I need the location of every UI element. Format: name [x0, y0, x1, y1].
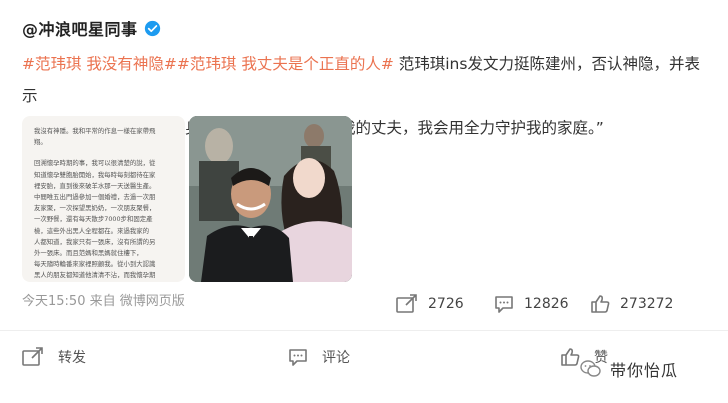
watermark: 带你怡瓜: [580, 357, 678, 381]
post-source: 来自 微博网页版: [89, 294, 185, 309]
verified-badge-icon: [144, 20, 160, 36]
wechat-logo-icon: [580, 360, 601, 377]
comment-label: 评论: [322, 350, 350, 366]
note-line: 翔。: [34, 138, 47, 147]
comment-count-stat[interactable]: 12826: [494, 294, 569, 314]
image-grid: 我沒有神隱。我和平常的作息一樣在家帶飛 翔。 回溯懷孕時期的事，我可以很清楚的說…: [22, 116, 352, 282]
post-meta: 今天15:50 来自 微博网页版: [22, 290, 185, 309]
comment-button[interactable]: 评论: [288, 347, 350, 367]
note-line: 中間唯五出門過參加一個婚禮，去過一次朋: [34, 193, 156, 202]
repost-count: 2726: [428, 296, 464, 312]
note-line: 黑人的朋友都知道他清清不沾，而我懷孕期: [34, 271, 156, 280]
thumbs-up-icon: [591, 295, 610, 313]
comment-icon: [289, 349, 307, 366]
repost-label: 转发: [58, 350, 86, 366]
note-line: 一次野餐，還有每天散步7000步和固定產: [34, 215, 153, 224]
like-count: 273272: [620, 296, 674, 312]
note-line: 知道懷孕雙胞胎開始，我每時每刻都待在家: [34, 170, 156, 179]
post-line-1: #范玮琪 我没有神隐##范玮琪 我丈夫是个正直的人# 范玮琪ins发文力挺陈建州…: [22, 48, 712, 112]
repost-button[interactable]: 转发: [22, 347, 86, 367]
note-line: 友家聚，一次探望黑奶奶，一次朋友聚餐，: [34, 204, 156, 213]
couple-photo[interactable]: [189, 116, 352, 282]
thumbs-up-icon: [561, 348, 580, 366]
like-count-stat[interactable]: 273272: [590, 294, 673, 314]
repost-icon: [22, 347, 43, 366]
note-line: 檢，這些外出黑人全程都在。來過我家的: [34, 226, 150, 235]
note-line: 回溯懷孕時期的事，我可以很清楚的說，從: [34, 159, 156, 168]
watermark-text: 带你怡瓜: [610, 361, 679, 380]
note-line: 外一張床。而且范媽和黑媽就住樓下，: [34, 249, 143, 258]
comment-count: 12826: [524, 296, 569, 312]
note-line: 人都知道，我家只有一張床，沒有所謂的另: [34, 237, 156, 246]
post-time[interactable]: 今天15:50: [22, 294, 85, 309]
post-header: @冲浪吧星同事: [22, 16, 161, 40]
statement-image[interactable]: 我沒有神隱。我和平常的作息一樣在家帶飛 翔。 回溯懷孕時期的事，我可以很清楚的說…: [22, 116, 185, 282]
note-line: 裡安胎，直到後來破羊水那一天送醫生產。: [34, 181, 156, 190]
repost-icon: [396, 294, 417, 313]
divider: [0, 330, 728, 331]
repost-count-stat[interactable]: 2726: [396, 294, 464, 314]
weibo-post: @冲浪吧星同事 #范玮琪 我没有神隐##范玮琪 我丈夫是个正直的人# 范玮琪in…: [0, 0, 728, 403]
hashtag-link[interactable]: #范玮琪 我没有神隐#: [22, 55, 177, 73]
comment-icon: [495, 296, 513, 313]
note-line: 我沒有神隱。我和平常的作息一樣在家帶飛: [34, 127, 156, 135]
hashtag-link[interactable]: #范玮琪 我丈夫是个正直的人#: [177, 55, 394, 73]
couple-photo-illustration: [189, 116, 352, 282]
note-line: 每天隨時輪番來家裡照顧我。從小到大認識: [34, 260, 156, 269]
author-name[interactable]: @冲浪吧星同事: [22, 16, 138, 40]
